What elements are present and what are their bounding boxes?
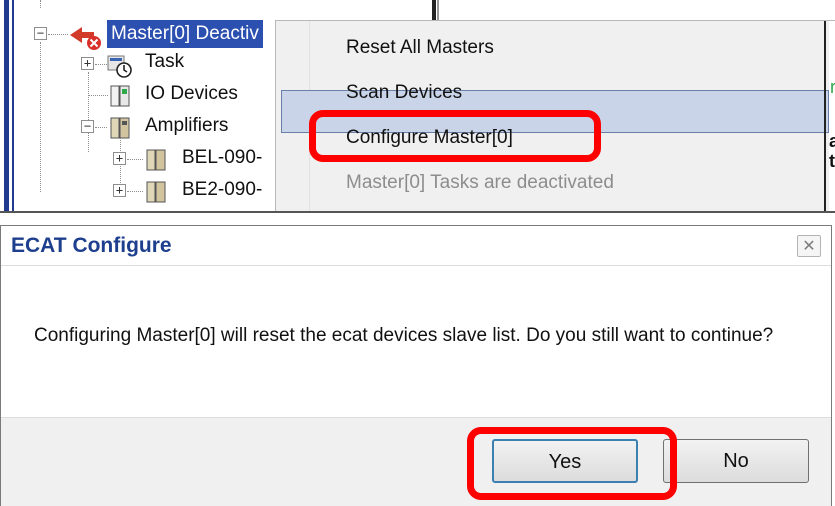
tree-item-be2[interactable]: BE2-090- — [182, 179, 262, 201]
expand-task-icon[interactable]: + — [81, 57, 94, 70]
menu-item-scan-devices[interactable]: Scan Devices — [346, 82, 462, 104]
expand-be2-icon[interactable]: + — [113, 184, 126, 197]
tree-item-label: BEL-090- — [182, 147, 263, 168]
tree-connector — [88, 95, 108, 96]
tree-item-bel[interactable]: BEL-090- — [182, 147, 262, 169]
tree-item-label: IO Devices — [145, 83, 238, 104]
tree-connector — [127, 191, 143, 192]
highlight-frame-configure — [309, 110, 601, 162]
dialog-message: Configuring Master[0] will reset the eca… — [34, 325, 774, 346]
amplifiers-icon — [110, 116, 132, 145]
tree-connector — [127, 159, 143, 160]
dialog-title: ECAT Configure — [11, 234, 172, 257]
dialog-body: Configuring Master[0] will reset the eca… — [1, 267, 831, 417]
tree-item-io-devices[interactable]: IO Devices — [145, 83, 238, 105]
tree-connector — [95, 127, 107, 128]
tree-left-border-inner — [12, 0, 14, 213]
menu-item-label: Master[0] Tasks are deactivated — [346, 172, 614, 193]
background-text-fragment: t — [829, 151, 835, 171]
panel-bottom-edge — [0, 211, 835, 213]
background-panel-strip: r a t — [829, 21, 835, 213]
expand-bel-icon[interactable]: + — [113, 152, 126, 165]
tree-panel: − Master[0] Deactiv + Task IO Devices − … — [0, 0, 835, 213]
menu-item-tasks-deactivated: Master[0] Tasks are deactivated — [346, 172, 614, 194]
tree-item-amplifiers[interactable]: Amplifiers — [145, 115, 228, 137]
close-icon: ✕ — [802, 236, 816, 255]
tree-left-border — [4, 0, 9, 213]
dialog-titlebar[interactable]: ECAT Configure ✕ — [1, 226, 831, 266]
dialog-footer: Yes No — [1, 417, 831, 506]
master-deactivated-icon — [68, 21, 104, 56]
amplifier-device-icon — [146, 180, 168, 209]
background-text-fragment: a — [829, 131, 835, 151]
master-node-label: Master[0] Deactiv — [107, 20, 263, 48]
tree-item-master[interactable]: Master[0] Deactiv — [107, 20, 263, 48]
io-devices-icon — [110, 84, 132, 113]
highlight-frame-yes — [467, 427, 677, 500]
tree-connector — [40, 42, 41, 192]
tree-item-label: Amplifiers — [145, 115, 229, 136]
no-button[interactable]: No — [663, 439, 809, 483]
collapse-amplifiers-icon[interactable]: − — [81, 120, 94, 133]
close-button[interactable]: ✕ — [797, 235, 821, 257]
tree-item-task[interactable]: Task — [145, 51, 184, 73]
ecat-configure-dialog: ECAT Configure ✕ Configuring Master[0] w… — [0, 225, 832, 506]
tree-connector — [88, 72, 89, 152]
menu-item-label: Scan Devices — [346, 82, 463, 103]
task-clock-icon — [106, 53, 134, 84]
collapse-master-icon[interactable]: − — [34, 27, 47, 40]
no-button-label: No — [723, 450, 749, 472]
tree-connector — [48, 34, 68, 35]
background-text-fragment: r — [830, 77, 835, 97]
menu-item-reset-all-masters[interactable]: Reset All Masters — [346, 37, 494, 59]
tree-item-label: Task — [145, 51, 185, 72]
amplifier-device-icon — [146, 148, 168, 177]
tree-item-label: BE2-090- — [182, 179, 263, 200]
tree-connector — [40, 0, 41, 8]
menu-item-label: Reset All Masters — [346, 37, 494, 58]
menu-right-divider — [824, 21, 826, 213]
